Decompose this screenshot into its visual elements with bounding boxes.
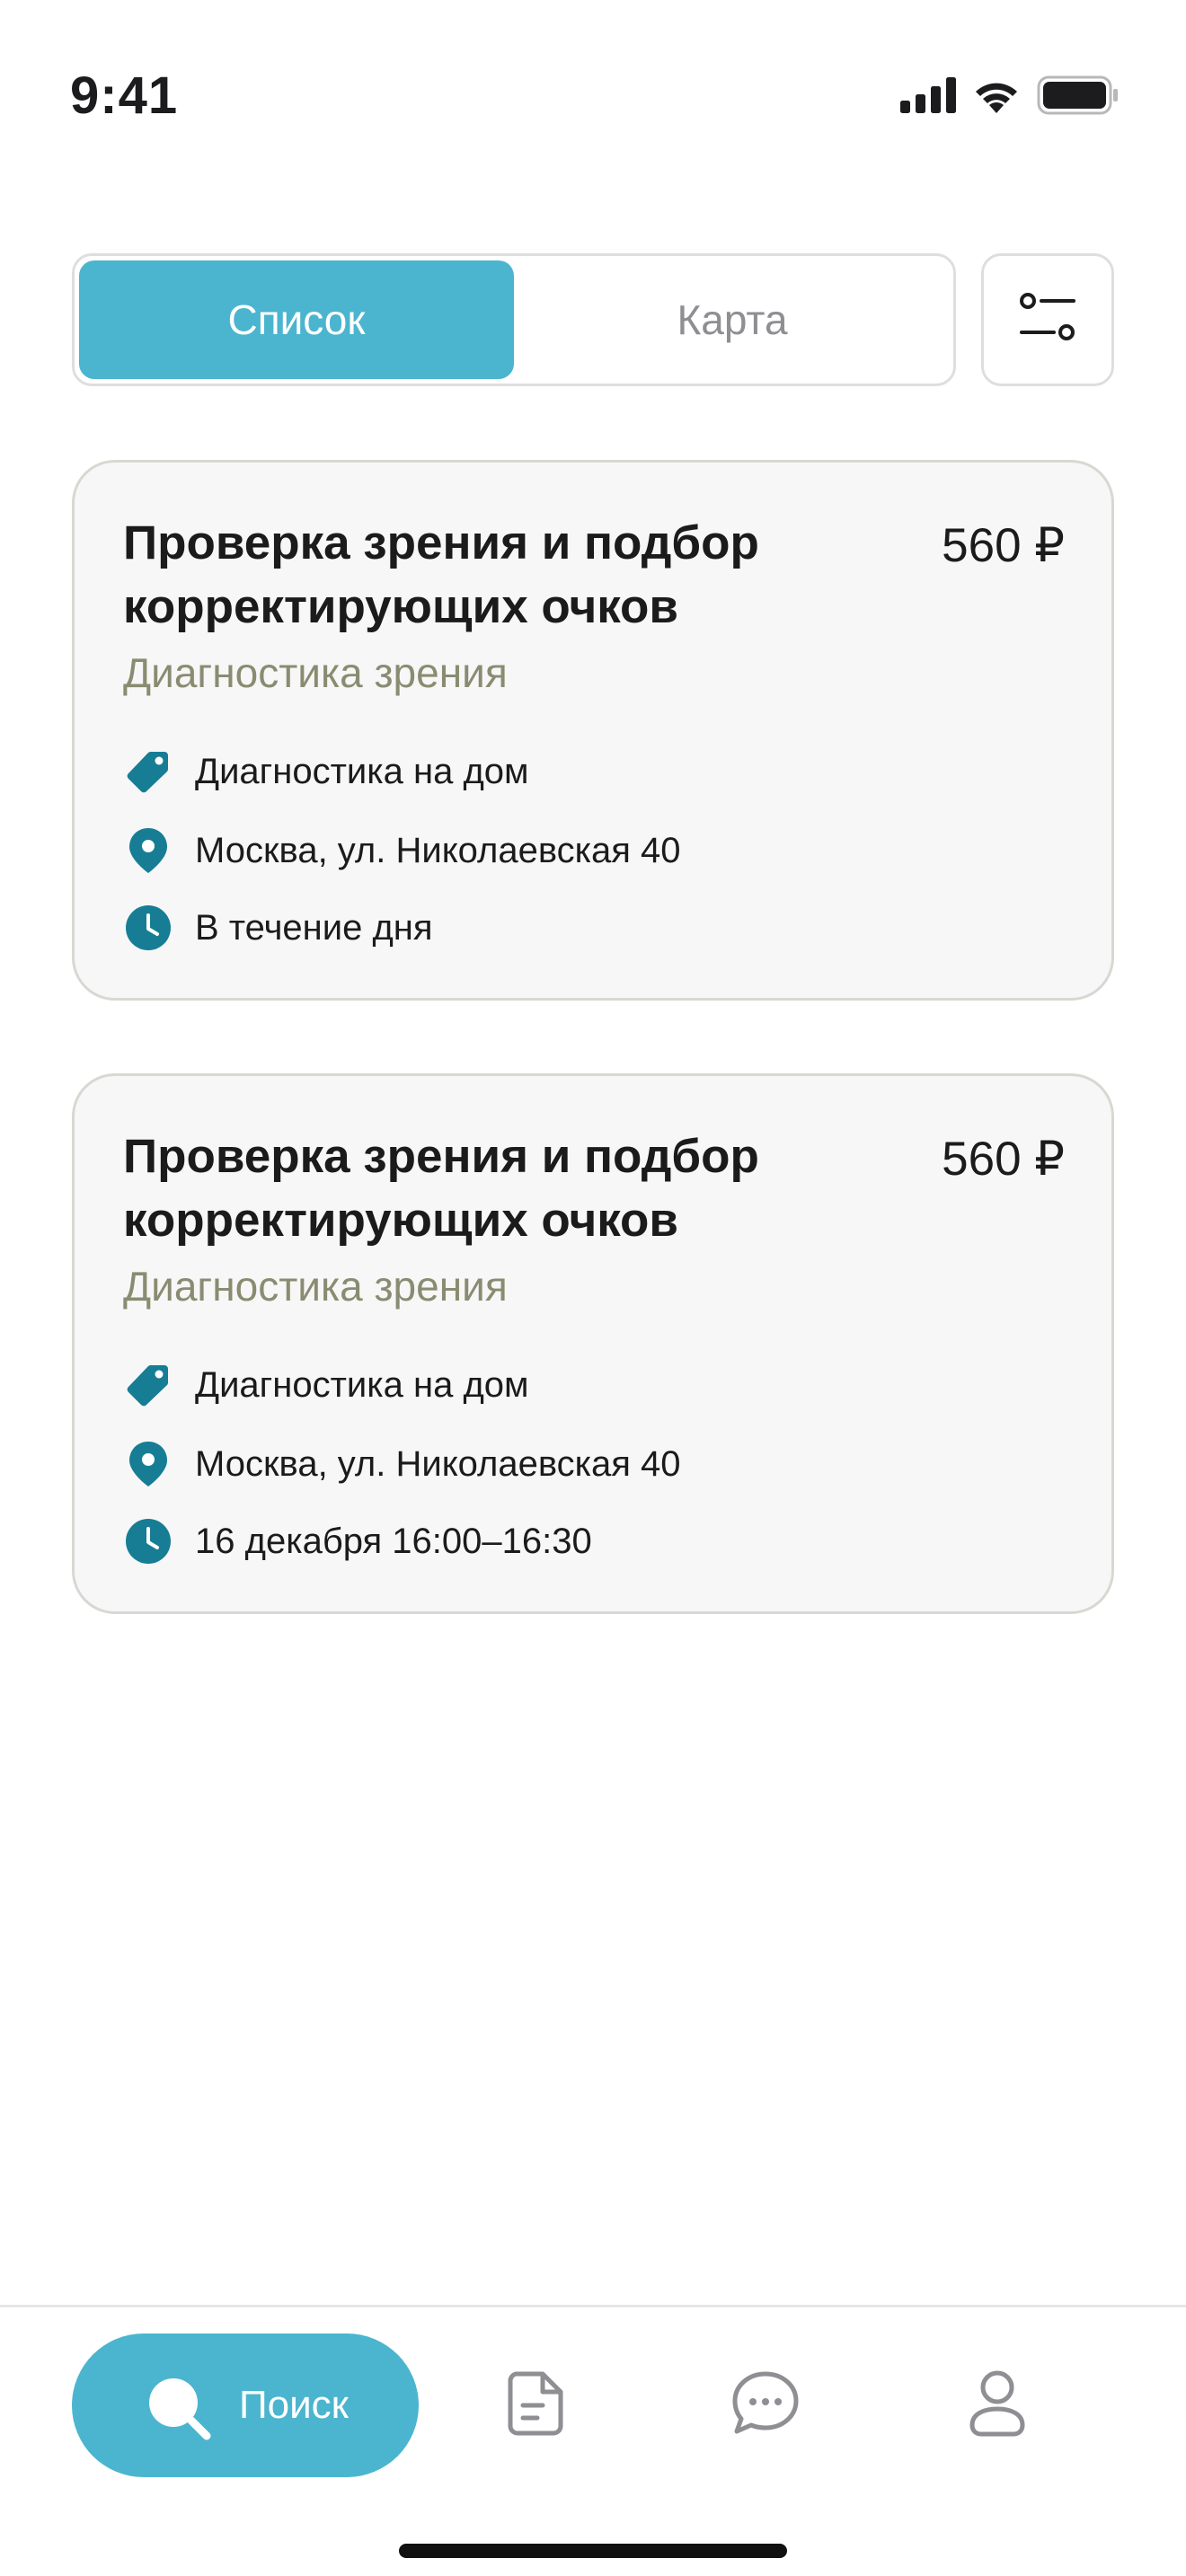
tag-icon — [123, 746, 173, 797]
home-indicator — [399, 2544, 787, 2558]
wifi-icon — [972, 77, 1021, 118]
tab-search[interactable]: Поиск — [72, 2333, 419, 2477]
chat-icon — [731, 2370, 800, 2441]
address-text: Москва, ул. Николаевская 40 — [195, 831, 681, 870]
status-time: 9:41 — [70, 66, 179, 125]
tab-list[interactable]: Список — [79, 260, 514, 379]
time-text: 16 декабря 16:00–16:30 — [195, 1522, 592, 1561]
location-pin-icon — [123, 1439, 173, 1489]
battery-icon — [1037, 75, 1120, 119]
card-price: 560 ₽ — [942, 519, 1065, 572]
tab-documents[interactable] — [500, 2369, 571, 2441]
card-title: Проверка зрения и подбор корректирующих … — [123, 516, 759, 633]
view-toggle: Список Карта — [72, 253, 956, 386]
time-row: В течение дня — [123, 903, 433, 953]
tag-icon — [123, 1360, 173, 1410]
address-row: Москва, ул. Николаевская 40 — [123, 825, 681, 876]
status-icons — [900, 75, 1120, 119]
service-type-row: Диагностика на дом — [123, 746, 529, 797]
tab-bar-divider — [0, 2305, 1186, 2307]
service-type-text: Диагностика на дом — [195, 752, 529, 791]
tab-map[interactable]: Карта — [515, 260, 950, 379]
tab-profile[interactable] — [961, 2369, 1033, 2441]
clock-icon — [123, 903, 173, 953]
document-icon — [507, 2371, 564, 2440]
time-text: В течение дня — [195, 908, 433, 948]
address-text: Москва, ул. Николаевская 40 — [195, 1444, 681, 1484]
time-row: 16 декабря 16:00–16:30 — [123, 1516, 592, 1566]
cellular-signal-icon — [900, 77, 956, 118]
card-price: 560 ₽ — [942, 1133, 1065, 1186]
service-card[interactable]: Проверка зрения и подбор корректирующих … — [72, 460, 1114, 1001]
filter-button[interactable] — [981, 253, 1114, 386]
filter-sliders-icon — [1020, 292, 1075, 348]
profile-icon — [969, 2369, 1026, 2442]
card-category: Диагностика зрения — [123, 649, 508, 696]
service-type-row: Диагностика на дом — [123, 1360, 529, 1410]
tab-search-label: Поиск — [239, 2383, 349, 2427]
address-row: Москва, ул. Николаевская 40 — [123, 1439, 681, 1489]
tab-chat[interactable] — [730, 2369, 801, 2441]
clock-icon — [123, 1516, 173, 1566]
location-pin-icon — [123, 825, 173, 876]
search-icon — [144, 2373, 216, 2449]
card-title: Проверка зрения и подбор корректирующих … — [123, 1130, 759, 1247]
service-type-text: Диагностика на дом — [195, 1365, 529, 1405]
card-category: Диагностика зрения — [123, 1263, 508, 1310]
service-card[interactable]: Проверка зрения и подбор корректирующих … — [72, 1073, 1114, 1614]
